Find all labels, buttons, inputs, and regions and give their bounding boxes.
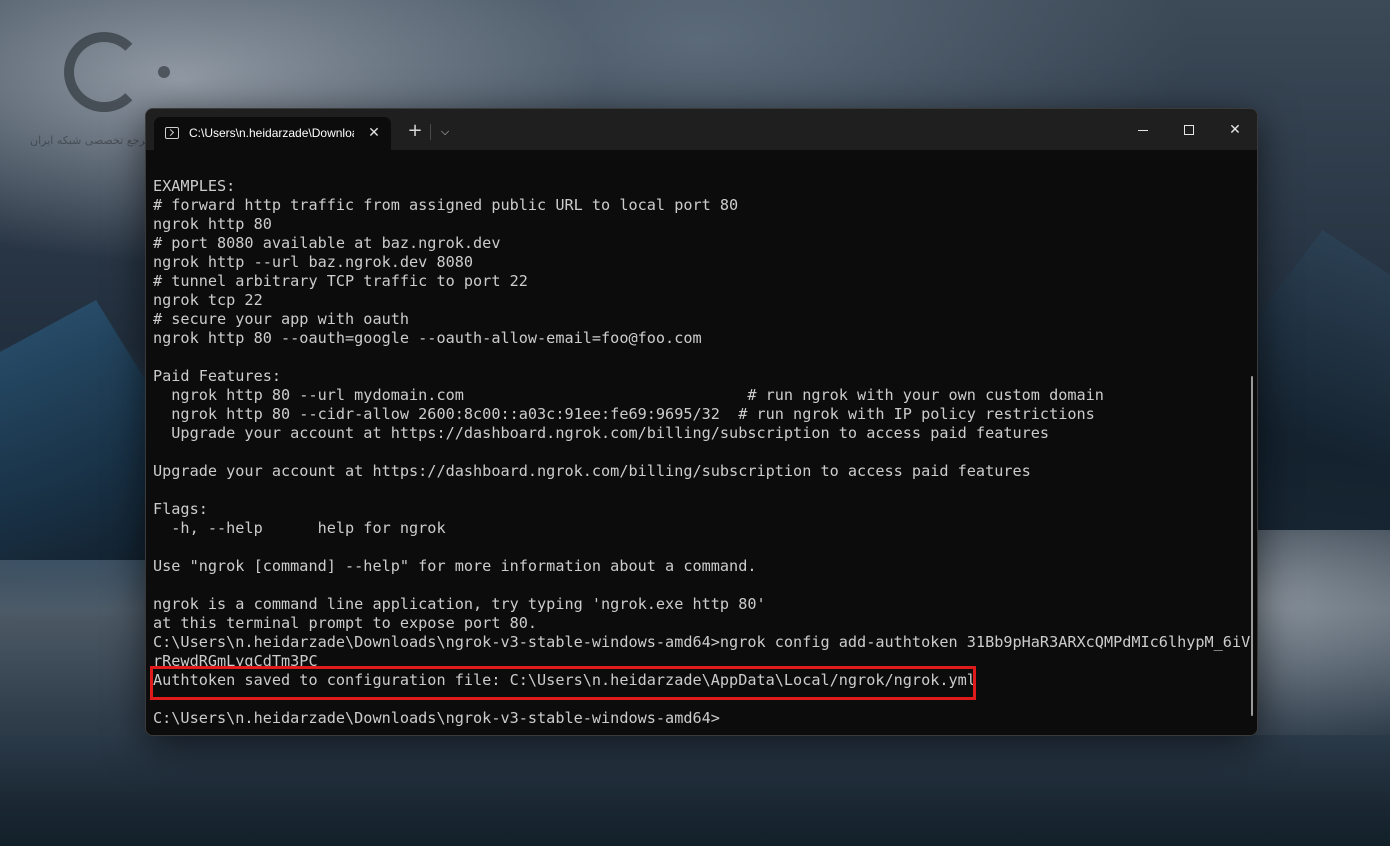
terminal-output[interactable]: EXAMPLES: # forward http traffic from ass…: [146, 150, 1257, 735]
terminal-line: ngrok http 80 --oauth=google --oauth-all…: [153, 329, 702, 347]
terminal-line: at this terminal prompt to expose port 8…: [153, 614, 538, 632]
scrollbar[interactable]: [1251, 376, 1253, 716]
minimize-icon: [1138, 129, 1148, 131]
title-bar[interactable]: C:\Users\n.heidarzade\Downloads\ngrok-v3…: [146, 109, 1257, 150]
terminal-line: ngrok http 80: [153, 215, 272, 233]
logo-ring-icon: [64, 32, 144, 112]
terminal-line: C:\Users\n.heidarzade\Downloads\ngrok-v3…: [153, 633, 1251, 651]
tab-title: C:\Users\n.heidarzade\Downloads\ngrok-v3…: [189, 126, 354, 140]
terminal-line: C:\Users\n.heidarzade\Downloads\ngrok-v3…: [153, 709, 720, 727]
tab-divider: [430, 124, 431, 140]
background-mountain-right: [1255, 230, 1390, 530]
chevron-down-icon[interactable]: ⌵: [435, 122, 455, 142]
maximize-button[interactable]: [1166, 115, 1212, 145]
terminal-line: ngrok tcp 22: [153, 291, 263, 309]
close-window-button[interactable]: ✕: [1212, 115, 1257, 145]
terminal-line: EXAMPLES:: [153, 177, 236, 195]
background-water: [0, 735, 1390, 846]
new-tab-button[interactable]: +: [404, 121, 426, 143]
terminal-line: # port 8080 available at baz.ngrok.dev: [153, 234, 501, 252]
terminal-line: ngrok is a command line application, try…: [153, 595, 766, 613]
highlight-box: [150, 666, 976, 700]
terminal-line: -h, --help help for ngrok: [153, 519, 446, 537]
terminal-line: # secure your app with oauth: [153, 310, 410, 328]
terminal-line: Upgrade your account at https://dashboar…: [153, 462, 1031, 480]
terminal-text: EXAMPLES: # forward http traffic from ass…: [153, 177, 1251, 728]
terminal-window: C:\Users\n.heidarzade\Downloads\ngrok-v3…: [145, 108, 1258, 736]
terminal-line: ngrok http 80 --cidr-allow 2600:8c00::a0…: [153, 405, 1095, 423]
tab-close-icon[interactable]: ✕: [364, 123, 384, 143]
terminal-line: Upgrade your account at https://dashboar…: [153, 424, 1050, 442]
terminal-line: # tunnel arbitrary TCP traffic to port 2…: [153, 272, 528, 290]
tab-active[interactable]: C:\Users\n.heidarzade\Downloads\ngrok-v3…: [154, 117, 391, 150]
terminal-line: ngrok http --url baz.ngrok.dev 8080: [153, 253, 474, 271]
minimize-button[interactable]: [1120, 115, 1166, 145]
terminal-line: Paid Features:: [153, 367, 282, 385]
terminal-line: Use "ngrok [command] --help" for more in…: [153, 557, 757, 575]
logo-dot-icon: [158, 66, 170, 78]
maximize-icon: [1184, 125, 1194, 135]
terminal-line: Flags:: [153, 500, 208, 518]
background-mountain-left: [0, 300, 160, 560]
close-icon: ✕: [1229, 122, 1241, 138]
terminal-icon: [165, 127, 179, 139]
terminal-line: # forward http traffic from assigned pub…: [153, 196, 739, 214]
terminal-line: ngrok http 80 --url mydomain.com # run n…: [153, 386, 1104, 404]
